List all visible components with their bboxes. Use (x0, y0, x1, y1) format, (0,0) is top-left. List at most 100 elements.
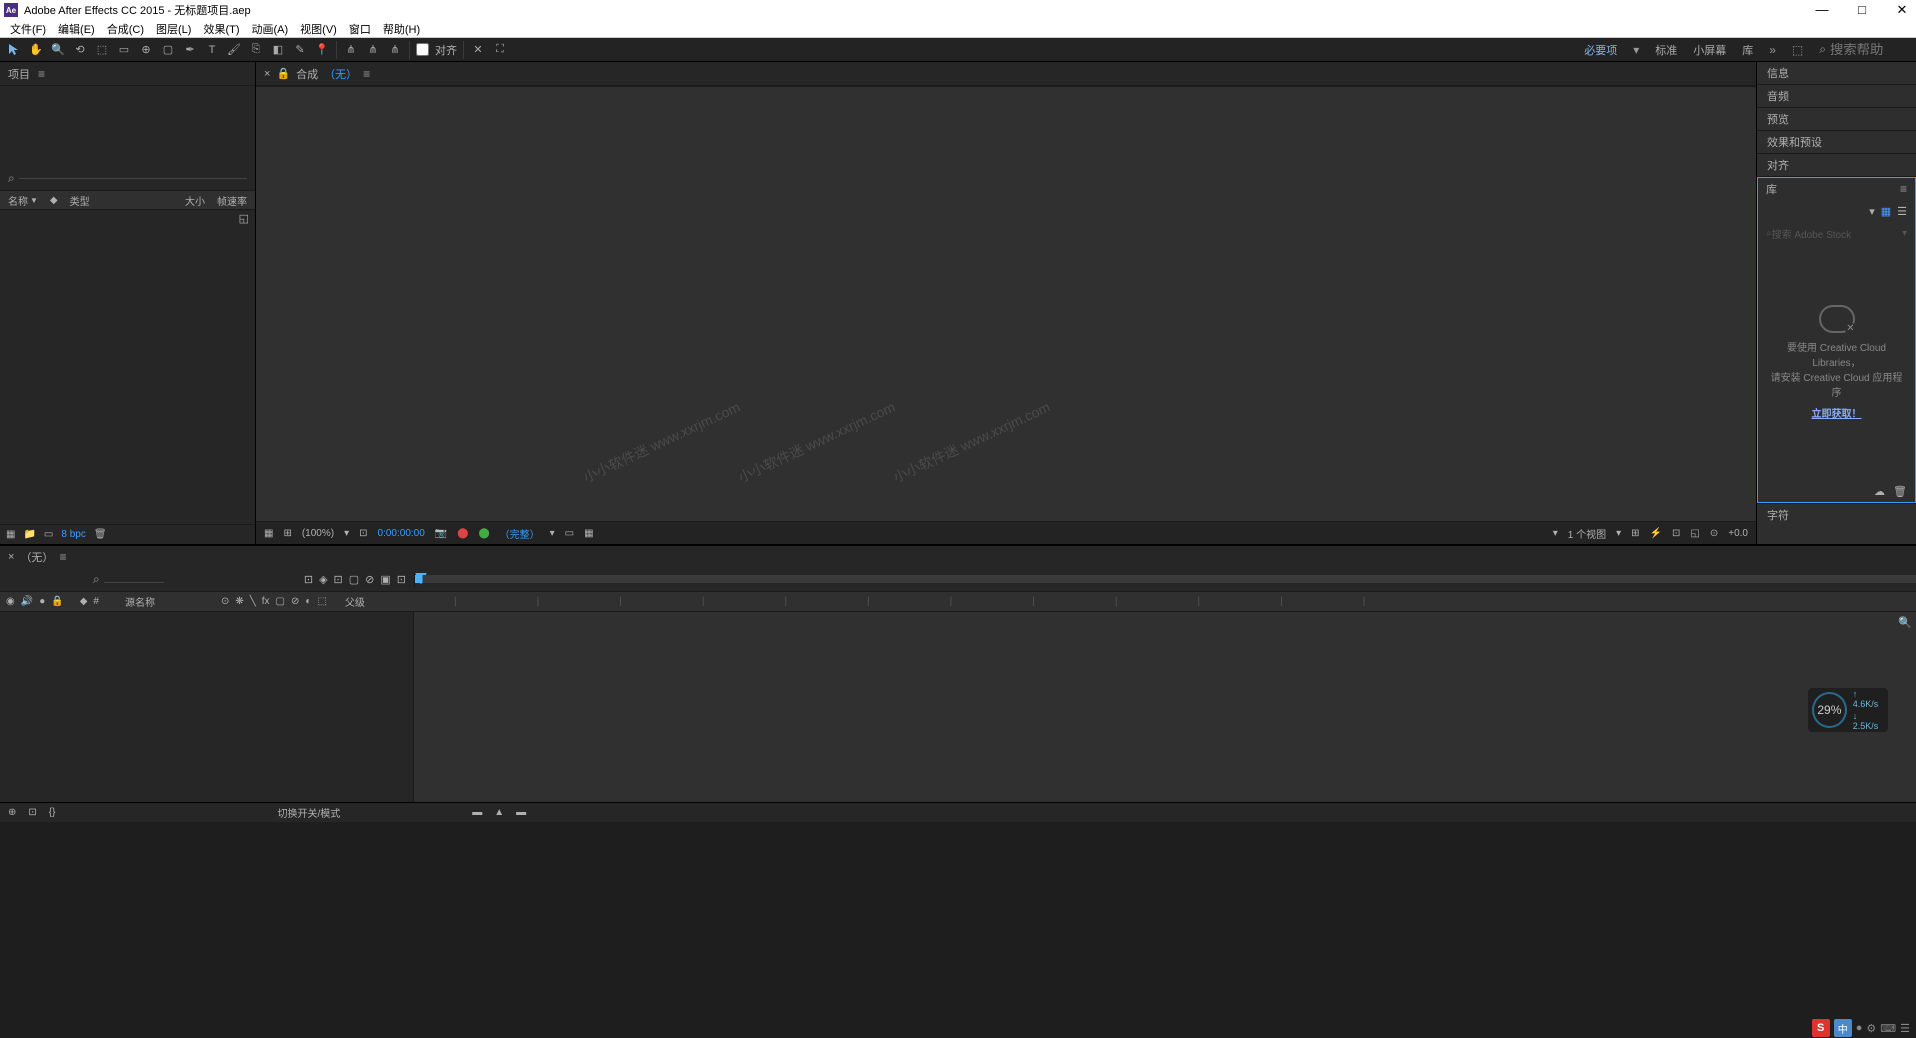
toggle-switches-label[interactable]: 切换开关/模式 (277, 805, 340, 820)
interpret-icon[interactable]: ▦ (6, 529, 15, 540)
ime-more-icon[interactable]: ● (1856, 1022, 1863, 1034)
reset-exposure-icon[interactable]: ⊙ (1710, 528, 1718, 539)
project-search-input[interactable] (19, 178, 247, 179)
pen-tool[interactable]: ✒ (182, 42, 198, 58)
col-fps[interactable]: 帧速率 (217, 193, 247, 208)
lib-dropdown-icon[interactable]: ▾ (1869, 205, 1875, 218)
menu-help[interactable]: 帮助(H) (379, 21, 424, 37)
menu-composition[interactable]: 合成(C) (103, 21, 148, 37)
frame-blend-col-icon[interactable]: ▢ (276, 596, 285, 607)
audio-toggle-icon[interactable]: 🔊 (21, 596, 33, 607)
timeline-layer-list[interactable] (0, 612, 414, 802)
ime-settings-icon[interactable]: ⚙ (1866, 1022, 1876, 1035)
brackets-icon[interactable]: {} (49, 807, 56, 818)
composition-viewer[interactable]: 小小软件迷 www.xxrjm.com 小小软件迷 www.xxrjm.com … (256, 86, 1756, 522)
brush-tool[interactable]: 🖌 (226, 42, 242, 58)
grid-view-icon[interactable]: ▦ (1881, 205, 1891, 218)
panel-menu-icon[interactable]: ≡ (59, 550, 66, 564)
resolution-label[interactable]: （完整） (500, 526, 540, 541)
zoom-slider[interactable]: ▲ (494, 807, 504, 818)
fx-icon[interactable]: fx (262, 596, 270, 607)
audio-panel-tab[interactable]: 音频 (1757, 85, 1916, 108)
close-tab-icon[interactable]: × (264, 68, 270, 80)
3d-icon[interactable]: ⬚ (317, 596, 326, 607)
chevron-down-icon[interactable]: ▾ (1633, 43, 1639, 57)
col-label-icon[interactable]: ◆ (50, 195, 58, 206)
view-options-icon[interactable]: ▾ (1616, 528, 1621, 539)
hide-shy-icon[interactable]: ⊡ (334, 573, 343, 586)
rotation-tool[interactable]: ⬚ (94, 42, 110, 58)
workspace-library[interactable]: 库 (1742, 42, 1753, 58)
local-axis-icon[interactable]: ⋔ (343, 42, 359, 58)
zoom-level[interactable]: (100%) (302, 528, 334, 539)
toggle-switches-icon[interactable]: ⊡ (28, 807, 36, 818)
eraser-tool[interactable]: ◧ (270, 42, 286, 58)
close-button[interactable]: ✕ (1892, 2, 1912, 18)
motion-blur-col-icon[interactable]: ⊘ (291, 596, 299, 607)
flowchart-icon[interactable]: ◱ (0, 210, 255, 227)
snap-edge-icon[interactable]: ✕ (470, 42, 486, 58)
orbit-tool[interactable]: ⟲ (72, 42, 88, 58)
help-search-input[interactable] (1830, 42, 1910, 57)
maximize-button[interactable]: □ (1852, 2, 1872, 18)
search-icon[interactable]: ⌕ (93, 572, 164, 587)
parent-col[interactable]: 父级 (345, 594, 365, 609)
time-ruler[interactable] (414, 573, 1916, 587)
view-axis-icon[interactable]: ⋔ (387, 42, 403, 58)
zoom-out-icon[interactable]: ▬ (472, 807, 482, 818)
align-panel-tab[interactable]: 对齐 (1757, 154, 1916, 177)
grid-icon[interactable]: ▦ (264, 528, 273, 539)
timecode[interactable]: 0:00:00:00 (378, 528, 425, 539)
lock-icon[interactable]: 🔒 (276, 67, 290, 80)
views-label[interactable]: 1 个视图 (1568, 526, 1606, 541)
character-panel-tab[interactable]: 字符 (1757, 503, 1916, 526)
ime-menu-icon[interactable]: ☰ (1900, 1022, 1910, 1035)
transparency-icon[interactable]: ▦ (584, 528, 593, 539)
exposure-value[interactable]: +0.0 (1728, 528, 1748, 539)
col-size[interactable]: 大小 (185, 193, 205, 208)
network-speed-widget[interactable]: 29% 4.6K/s 2.5K/s (1808, 688, 1888, 732)
menu-effect[interactable]: 效果(T) (199, 21, 243, 37)
new-comp-icon[interactable]: ▭ (44, 529, 53, 540)
col-type[interactable]: 类型 (70, 193, 90, 208)
pixel-aspect-icon[interactable]: ⊞ (1631, 528, 1639, 539)
snap-checkbox[interactable] (416, 43, 429, 56)
menu-layer[interactable]: 图层(L) (152, 21, 195, 37)
shy-icon[interactable]: ⊙ (221, 596, 229, 607)
comp-mini-flowchart-icon[interactable]: ⊡ (304, 573, 313, 586)
list-view-icon[interactable]: ☰ (1897, 205, 1907, 218)
info-panel-tab[interactable]: 信息 (1757, 62, 1916, 85)
menu-window[interactable]: 窗口 (345, 21, 375, 37)
clone-tool[interactable]: ⎘ (248, 42, 264, 58)
library-tab-label[interactable]: 库 (1766, 181, 1777, 197)
channel-icon[interactable]: ⬤ (457, 528, 468, 539)
resolution-dropdown-icon[interactable]: ▾ (550, 528, 555, 539)
pan-behind-tool[interactable]: ⊕ (138, 42, 154, 58)
view-dropdown-icon[interactable]: ▾ (1553, 528, 1558, 539)
effects-panel-tab[interactable]: 效果和预设 (1757, 131, 1916, 154)
snapshot-icon[interactable]: 📷 (435, 528, 447, 539)
close-tab-icon[interactable]: × (8, 551, 14, 563)
frame-blend-icon[interactable]: ▢ (349, 573, 359, 586)
timeline-zoom-icon[interactable]: 🔍 (1898, 616, 1912, 629)
guides-icon[interactable]: ⊞ (283, 528, 291, 539)
hand-tool[interactable]: ✋ (28, 42, 44, 58)
menu-edit[interactable]: 编辑(E) (54, 21, 99, 37)
type-tool[interactable]: T (204, 42, 220, 58)
panel-menu-icon[interactable]: ≡ (363, 67, 370, 81)
zoom-in-icon[interactable]: ▬ (516, 807, 526, 818)
menu-file[interactable]: 文件(F) (6, 21, 50, 37)
roto-tool[interactable]: ✎ (292, 42, 308, 58)
expand-icon[interactable]: ⊕ (8, 807, 16, 818)
roi-icon[interactable]: ▭ (565, 528, 574, 539)
selection-tool[interactable] (6, 42, 22, 58)
resolution-icon[interactable]: ⊡ (359, 528, 367, 539)
zoom-dropdown-icon[interactable]: ▾ (344, 528, 349, 539)
number-col[interactable]: # (93, 596, 99, 607)
comp-flowchart-icon[interactable]: ◱ (1690, 528, 1699, 539)
project-tab-label[interactable]: 项目 (8, 66, 30, 82)
lock-toggle-icon[interactable]: 🔒 (51, 596, 63, 607)
new-folder-icon[interactable]: 📁 (23, 529, 35, 540)
collapse-icon[interactable]: ❋ (235, 596, 243, 607)
source-name-col[interactable]: 源名称 (125, 594, 155, 609)
